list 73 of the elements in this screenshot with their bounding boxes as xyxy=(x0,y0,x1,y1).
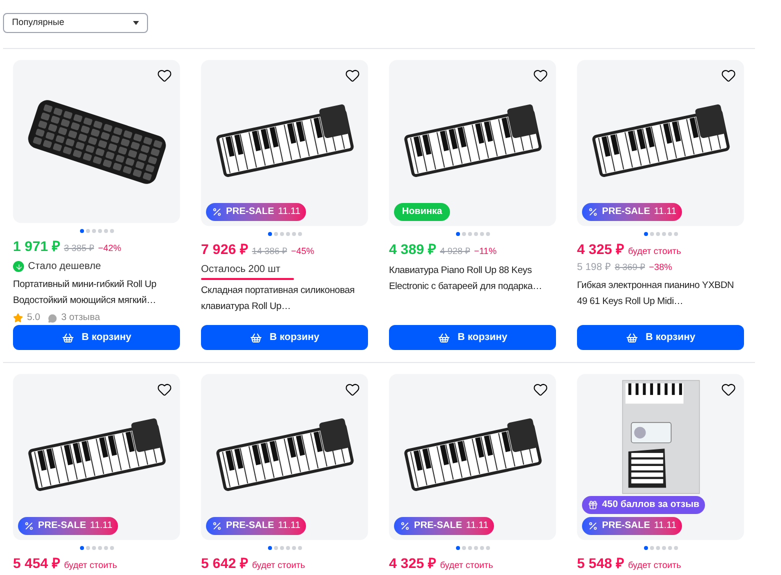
product-image-area[interactable]: PRE-SALE 11.11 xyxy=(13,374,180,540)
rating: 5.0 xyxy=(27,311,40,326)
price: 4 389 ₽ xyxy=(389,240,436,259)
comment-icon xyxy=(48,314,58,323)
add-to-cart-button[interactable]: В корзину xyxy=(13,325,180,350)
percent-icon xyxy=(588,520,598,531)
product-title[interactable]: Портативный мини-гибкий Roll Up Водостойкий моющийся мягкий… xyxy=(13,277,180,310)
presale-badge: PRE-SALE 11.11 xyxy=(394,516,494,535)
favorite-icon[interactable] xyxy=(721,382,736,397)
basket-icon xyxy=(626,332,638,344)
presale-badge: PRE-SALE 11.11 xyxy=(582,202,682,221)
price-note: будет стоить xyxy=(252,559,306,572)
favorite-icon[interactable] xyxy=(345,382,360,397)
old-price: 8 369 ₽ xyxy=(614,261,645,274)
basket-icon xyxy=(250,332,262,344)
product-image-area[interactable]: 450 баллов за отзыв PRE-SALE 11.11 xyxy=(577,374,744,540)
product-title[interactable]: Складная портативная силиконовая клавиатура Roll Up… xyxy=(201,283,368,315)
favorite-icon[interactable] xyxy=(345,68,360,83)
price: 1 971 ₽ xyxy=(13,237,60,256)
price-note: будет стоить xyxy=(440,559,494,572)
price: 5 454 ₽ xyxy=(13,554,60,573)
product-title[interactable]: Клавиатура Piano Roll Up 88 Keys Electronic с батареей для подарка… xyxy=(389,263,556,295)
discount: −38% xyxy=(648,261,672,274)
favorite-icon[interactable] xyxy=(721,68,736,83)
percent-icon xyxy=(212,520,222,531)
add-to-cart-button[interactable]: В корзину xyxy=(201,325,368,350)
presale-badge: PRE-SALE 11.11 xyxy=(18,516,118,535)
price: 5 548 ₽ xyxy=(577,554,624,573)
presale-badge: PRE-SALE 11.11 xyxy=(582,516,682,535)
favorite-icon[interactable] xyxy=(533,382,548,397)
gift-icon xyxy=(588,500,598,510)
caret-icon xyxy=(133,21,139,25)
points-badge: 450 баллов за отзыв xyxy=(582,496,706,514)
favorite-icon[interactable] xyxy=(157,382,172,397)
presale-badge: PRE-SALE 11.11 xyxy=(206,202,306,221)
favorite-icon[interactable] xyxy=(157,68,172,83)
star-icon xyxy=(13,313,23,324)
price-note: будет стоить xyxy=(64,559,118,572)
price: 4 325 ₽ xyxy=(577,240,624,259)
product-title[interactable]: Гибкая электронная пианино YXBDN 49 61 Keys Roll Up Midi… xyxy=(577,278,744,310)
product-image-area[interactable] xyxy=(13,60,180,224)
percent-icon xyxy=(400,520,410,531)
old-price: 14 386 ₽ xyxy=(252,245,287,258)
basket-icon xyxy=(438,332,450,344)
percent-icon xyxy=(24,520,34,531)
product-image-area[interactable]: PRE-SALE 11.11 xyxy=(201,60,368,226)
favorite-icon[interactable] xyxy=(533,68,548,83)
basket-icon xyxy=(62,332,74,344)
price: 5 642 ₽ xyxy=(201,554,248,573)
sort-dropdown[interactable]: Популярные xyxy=(3,13,148,33)
stock-label: Осталось 200 шт xyxy=(201,263,280,277)
old-price: 4 928 ₽ xyxy=(440,245,470,258)
price-note: будет стоить xyxy=(628,245,682,258)
old-price: 3 385 ₽ xyxy=(64,242,94,256)
discount: −45% xyxy=(290,245,314,258)
price-note: будет стоить xyxy=(628,559,682,572)
review-count: 3 отзыва xyxy=(61,311,100,326)
price-drop-label: Стало дешевле xyxy=(28,260,101,274)
percent-icon xyxy=(588,206,598,217)
product-image-area[interactable]: PRE-SALE 11.11 xyxy=(577,60,744,226)
new-badge: Новинка xyxy=(394,202,450,221)
percent-icon xyxy=(212,206,222,217)
discount: −11% xyxy=(474,245,497,258)
regular-price: 5 198 ₽ xyxy=(577,261,611,275)
product-image-area[interactable]: PRE-SALE 11.11 xyxy=(389,374,556,540)
add-to-cart-button[interactable]: В корзину xyxy=(389,325,556,350)
discount: −42% xyxy=(98,242,122,256)
price: 7 926 ₽ xyxy=(201,240,248,259)
price: 4 325 ₽ xyxy=(389,554,436,573)
product-image-area[interactable]: PRE-SALE 11.11 xyxy=(201,374,368,540)
presale-badge: PRE-SALE 11.11 xyxy=(206,516,306,535)
add-to-cart-button[interactable]: В корзину xyxy=(577,325,744,350)
price-drop-icon xyxy=(13,261,24,272)
